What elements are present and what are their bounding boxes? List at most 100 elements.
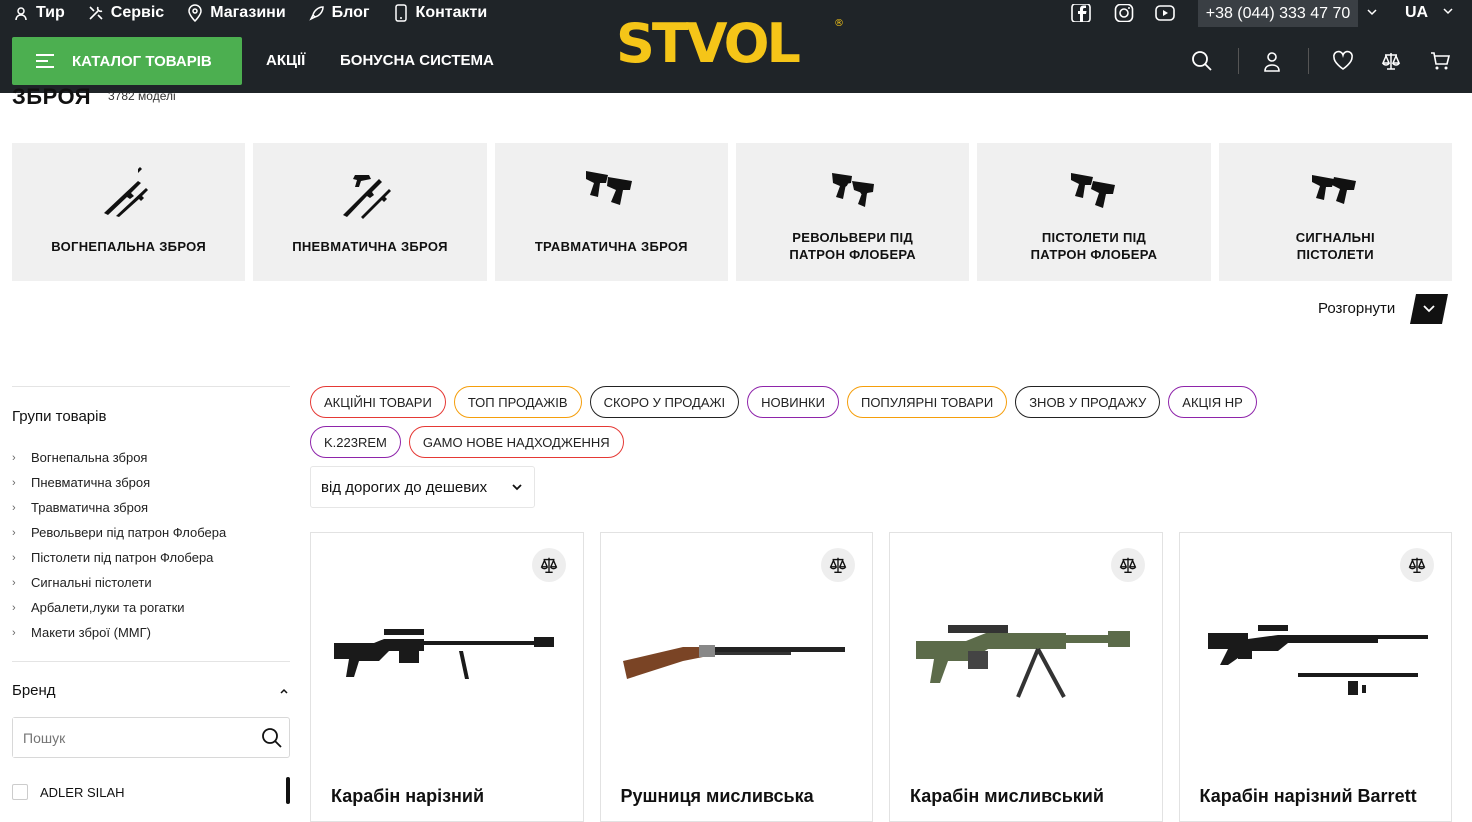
nav-promotions[interactable]: АКЦІЇ bbox=[266, 52, 305, 69]
search-icon[interactable] bbox=[1191, 50, 1213, 72]
chevron-right-icon: › bbox=[12, 576, 16, 589]
category-tile-firearms[interactable]: ВОГНЕПАЛЬНА ЗБРОЯ bbox=[12, 143, 246, 281]
group-item[interactable]: › Макети зброї (ММГ) bbox=[12, 620, 290, 645]
group-item[interactable]: › Пістолети під патрон Флобера bbox=[12, 545, 290, 570]
tag-filter[interactable]: ЗНОВ У ПРОДАЖУ bbox=[1015, 386, 1161, 418]
target-icon bbox=[12, 4, 30, 22]
tag-filters: АКЦІЙНІ ТОВАРИ ТОП ПРОДАЖІВ СКОРО У ПРОД… bbox=[310, 386, 1310, 458]
tag-filter[interactable]: СКОРО У ПРОДАЖІ bbox=[589, 386, 740, 418]
product-image bbox=[916, 625, 1130, 698]
group-item[interactable]: › Пневматична зброя bbox=[12, 470, 290, 495]
group-item[interactable]: › Травматична зброя bbox=[12, 495, 290, 520]
category-label: ПІСТОЛЕТИ ПІД ПАТРОН ФЛОБЕРА bbox=[1030, 230, 1158, 262]
group-item[interactable]: › Арбалети,луки та рогатки bbox=[12, 595, 290, 620]
phone-number[interactable]: +38 (044) 333 47 70 bbox=[1198, 0, 1358, 27]
nav-bonus-system[interactable]: БОНУСНА СИСТЕМА bbox=[340, 52, 494, 69]
air-guns-icon bbox=[342, 175, 391, 219]
product-card[interactable]: Карабін нарізний Barrett bbox=[1178, 532, 1452, 822]
compare-scales-icon[interactable] bbox=[531, 548, 566, 582]
topnav-label: Блог bbox=[331, 4, 370, 21]
heart-icon[interactable] bbox=[1332, 50, 1354, 72]
youtube-icon[interactable] bbox=[1155, 4, 1175, 22]
stvol-logo[interactable]: STVOL ® bbox=[614, 10, 850, 74]
group-item[interactable]: › Сигнальні пістолети bbox=[12, 570, 290, 595]
product-image bbox=[334, 629, 554, 679]
revolvers-icon bbox=[831, 173, 874, 207]
tag-filter[interactable]: НОВИНКИ bbox=[747, 386, 839, 418]
language-selector[interactable]: UA bbox=[1405, 4, 1454, 22]
topnav-label: Тир bbox=[36, 4, 65, 21]
topnav-item-tyr[interactable]: Тир bbox=[12, 4, 65, 22]
category-tile-flobert-pistols[interactable]: ПІСТОЛЕТИ ПІД ПАТРОН ФЛОБЕРА bbox=[977, 143, 1211, 281]
divider bbox=[1238, 48, 1239, 74]
compare-scales-icon[interactable] bbox=[1110, 548, 1145, 582]
tag-filter[interactable]: ТОП ПРОДАЖІВ bbox=[453, 386, 582, 418]
language-label: UA bbox=[1405, 4, 1428, 21]
sidebar-filters: Групи товарів › Вогнепальна зброя › Пневма… bbox=[12, 386, 290, 800]
category-tiles: ВОГНЕПАЛЬНА ЗБРОЯ ПНЕВМАТИЧНА ЗБРОЯ ТРАВ… bbox=[12, 143, 1452, 281]
group-label: Пістолети під патрон Флобера bbox=[31, 550, 214, 565]
expand-button[interactable] bbox=[1410, 294, 1448, 324]
category-label: РЕВОЛЬВЕРИ ПІД ПАТРОН ФЛОБЕРА bbox=[789, 230, 916, 262]
chevron-right-icon: › bbox=[12, 626, 16, 639]
group-label: Макети зброї (ММГ) bbox=[31, 625, 151, 640]
compare-scales-icon[interactable] bbox=[821, 548, 855, 582]
sort-select[interactable]: від дорогих до дешевих bbox=[310, 466, 535, 508]
brand-search-input[interactable] bbox=[13, 718, 243, 757]
instagram-icon[interactable] bbox=[1114, 4, 1134, 22]
brand-label: ADLER SILAH bbox=[40, 784, 125, 800]
category-tile-traumatic[interactable]: ТРАВМАТИЧНА ЗБРОЯ bbox=[494, 143, 728, 281]
topnav-item-stores[interactable]: Магазини bbox=[186, 4, 286, 22]
group-label: Травматична зброя bbox=[31, 500, 149, 515]
user-icon[interactable] bbox=[1261, 50, 1283, 72]
tools-icon bbox=[87, 4, 105, 22]
catalog-button[interactable]: КАТАЛОГ ТОВАРІВ bbox=[12, 37, 242, 85]
chevron-down-icon[interactable] bbox=[1366, 6, 1378, 18]
brand-filter-header[interactable]: Бренд bbox=[12, 682, 290, 699]
brand-checkbox[interactable] bbox=[12, 784, 28, 800]
tag-filter[interactable]: GAMO НОВЕ НАДХОДЖЕННЯ bbox=[408, 426, 624, 458]
tag-filter[interactable]: АКЦІЙНІ ТОВАРИ bbox=[310, 386, 446, 418]
topnav-item-service[interactable]: Сервіс bbox=[87, 4, 164, 22]
product-card[interactable]: Рушниця мисливська bbox=[599, 532, 873, 822]
brand-option[interactable]: ADLER SILAH bbox=[12, 784, 290, 800]
pistols-icon bbox=[1070, 173, 1115, 208]
topnav-item-blog[interactable]: Блог bbox=[308, 4, 370, 22]
cart-icon[interactable] bbox=[1429, 50, 1451, 72]
group-item[interactable]: › Вогнепальна зброя bbox=[12, 445, 290, 470]
facebook-icon[interactable] bbox=[1071, 4, 1091, 22]
brand-search bbox=[12, 717, 290, 758]
product-image bbox=[1207, 625, 1428, 695]
compare-scales-icon[interactable] bbox=[1380, 50, 1402, 72]
product-card[interactable]: Карабін нарізний bbox=[310, 532, 584, 822]
chevron-right-icon: › bbox=[12, 501, 16, 514]
pistols-icon bbox=[586, 171, 633, 205]
expand-label[interactable]: Розгорнути bbox=[1318, 300, 1395, 317]
site-header: Тир Сервіс Магазини Блог Контакти КАТАЛО… bbox=[0, 0, 1472, 93]
chevron-up-icon bbox=[280, 688, 288, 694]
group-label: Револьвери під патрон Флобера bbox=[31, 525, 227, 540]
group-item[interactable]: › Револьвери під патрон Флобера bbox=[12, 520, 290, 545]
location-pin-icon bbox=[186, 4, 204, 22]
category-tile-air-guns[interactable]: ПНЕВМАТИЧНА ЗБРОЯ bbox=[253, 143, 487, 281]
product-card[interactable]: Карабін мисливський bbox=[889, 532, 1163, 822]
brand-list-scrollbar[interactable] bbox=[286, 777, 290, 804]
menu-icon bbox=[36, 54, 54, 68]
brand-title: Бренд bbox=[12, 682, 56, 699]
tag-filter[interactable]: ПОПУЛЯРНІ ТОВАРИ bbox=[846, 386, 1008, 418]
topnav-label: Сервіс bbox=[110, 4, 165, 21]
category-tile-flobert-revolvers[interactable]: РЕВОЛЬВЕРИ ПІД ПАТРОН ФЛОБЕРА bbox=[735, 143, 970, 281]
topnav-item-contacts[interactable]: Контакти bbox=[392, 4, 487, 22]
product-grid: Карабін нарізний Рушниця мисливська Кара… bbox=[310, 532, 1452, 822]
category-label: ТРАВМАТИЧНА ЗБРОЯ bbox=[534, 238, 688, 254]
group-list: › Вогнепальна зброя › Пневматична зброя › Т… bbox=[12, 445, 290, 645]
tag-filter[interactable]: АКЦІЯ НР bbox=[1168, 386, 1257, 418]
chevron-right-icon: › bbox=[12, 551, 16, 564]
product-image bbox=[622, 645, 845, 679]
group-label: Сигнальні пістолети bbox=[31, 575, 152, 590]
compare-scales-icon[interactable] bbox=[1400, 548, 1434, 582]
category-tile-signal-pistols[interactable]: СИГНАЛЬНІ ПІСТОЛЕТИ bbox=[1218, 143, 1452, 281]
tag-filter[interactable]: K.223REM bbox=[310, 426, 401, 458]
chevron-right-icon: › bbox=[12, 526, 16, 539]
search-icon[interactable] bbox=[261, 727, 283, 749]
